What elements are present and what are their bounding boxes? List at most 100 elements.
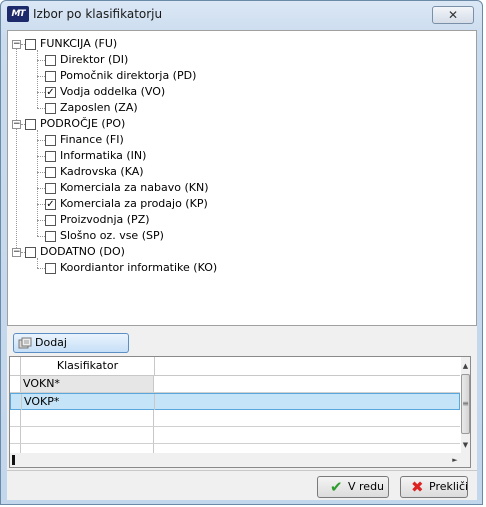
checkbox[interactable] bbox=[45, 215, 56, 226]
title-bar[interactable]: MT Izbor po klasifikatorju ✕ bbox=[1, 1, 482, 29]
horizontal-scrollbar[interactable]: ► bbox=[10, 453, 470, 467]
tree-item-label: Direktor (DI) bbox=[60, 53, 129, 66]
classifier-grid: Klasifikator VOKN* VOKP* ▲ ≡ ▼ ► bbox=[9, 356, 471, 468]
checkbox[interactable] bbox=[45, 231, 56, 242]
tree-group-label: PODROČJE (PO) bbox=[40, 117, 126, 130]
collapse-icon[interactable]: − bbox=[12, 248, 21, 257]
cancel-button[interactable]: ✖ Prekliči bbox=[400, 476, 468, 498]
scroll-thumb[interactable]: ≡ bbox=[461, 374, 470, 434]
table-row[interactable]: VOKP* bbox=[10, 393, 460, 410]
tree-connector bbox=[21, 252, 25, 253]
tree-connector bbox=[37, 172, 45, 173]
row-indicator[interactable] bbox=[11, 394, 22, 410]
checkbox[interactable] bbox=[45, 151, 56, 162]
checkbox[interactable] bbox=[45, 55, 56, 66]
table-row[interactable] bbox=[10, 410, 460, 427]
tree-group-label: DODATNO (DO) bbox=[40, 245, 125, 258]
add-classifier-button[interactable]: Dodaj klasifikator bbox=[13, 333, 129, 367]
tree-connector bbox=[37, 236, 45, 237]
tree-item[interactable]: Informatika (IN) bbox=[8, 148, 468, 164]
tree-connector bbox=[37, 156, 45, 157]
app-logo-icon: MT bbox=[7, 6, 29, 22]
tree-item[interactable]: Komerciala za nabavo (KN) bbox=[8, 180, 468, 196]
close-button[interactable]: ✕ bbox=[432, 6, 474, 24]
classifier-cell[interactable]: VOKP* bbox=[22, 394, 155, 410]
classifier-cell[interactable] bbox=[21, 410, 154, 426]
row-indicator[interactable] bbox=[10, 427, 21, 443]
classifier-tree: − FUNKCIJA (FU) Direktor (DI) Pomočnik dire… bbox=[7, 30, 477, 326]
tree-item-label: Slošno oz. vse (SP) bbox=[60, 229, 164, 242]
table-row[interactable] bbox=[10, 427, 460, 444]
tree-item-label: Pomočnik direktorja (PD) bbox=[60, 69, 197, 82]
tree-connector bbox=[37, 76, 45, 77]
row-indicator-header bbox=[10, 357, 21, 375]
scroll-right-icon[interactable]: ► bbox=[450, 454, 460, 466]
tree-connector bbox=[37, 130, 38, 236]
scroll-up-icon[interactable]: ▲ bbox=[461, 360, 470, 372]
checkbox[interactable] bbox=[45, 167, 56, 178]
divider bbox=[7, 470, 477, 471]
checkbox[interactable] bbox=[45, 263, 56, 274]
tree-item-label: Vodja oddelka (VO) bbox=[60, 85, 166, 98]
tree-connector bbox=[37, 108, 45, 109]
tree-connector bbox=[37, 60, 45, 61]
tree-group[interactable]: − FUNKCIJA (FU) bbox=[8, 36, 468, 52]
tree-item[interactable]: Proizvodnja (PZ) bbox=[8, 212, 468, 228]
tree-item-label: Komerciala za nabavo (KN) bbox=[60, 181, 209, 194]
tree-connector bbox=[37, 92, 45, 93]
tree-item-label: Koordiantor informatike (KO) bbox=[60, 261, 218, 274]
column-header-classifier[interactable]: Klasifikator bbox=[21, 357, 155, 375]
checkbox[interactable] bbox=[25, 119, 36, 130]
tree-item[interactable]: Kadrovska (KA) bbox=[8, 164, 468, 180]
checkbox[interactable] bbox=[45, 103, 56, 114]
checkbox[interactable] bbox=[45, 71, 56, 82]
cross-icon: ✖ bbox=[411, 478, 424, 496]
tree-item[interactable]: Koordiantor informatike (KO) bbox=[8, 260, 468, 276]
checkbox[interactable] bbox=[25, 39, 36, 50]
tree-item[interactable]: ✓ Vodja oddelka (VO) bbox=[8, 84, 468, 100]
checkbox[interactable]: ✓ bbox=[45, 199, 56, 210]
tree-connector bbox=[37, 220, 45, 221]
checkbox[interactable] bbox=[45, 135, 56, 146]
tree-item[interactable]: Zaposlen (ZA) bbox=[8, 100, 468, 116]
vertical-scrollbar[interactable]: ▲ ≡ ▼ bbox=[461, 357, 470, 453]
tree-item[interactable]: ✓ Komerciala za prodajo (KP) bbox=[8, 196, 468, 212]
classifier-cell[interactable]: VOKN* bbox=[21, 376, 154, 392]
tree-connector bbox=[21, 44, 25, 45]
tree-item[interactable]: Direktor (DI) bbox=[8, 52, 468, 68]
collapse-icon[interactable]: − bbox=[12, 40, 21, 49]
tree-item[interactable]: Finance (FI) bbox=[8, 132, 468, 148]
tree-item-label: Zaposlen (ZA) bbox=[60, 101, 138, 114]
tree-connector bbox=[37, 268, 45, 269]
hscroll-thumb[interactable] bbox=[12, 455, 15, 465]
tree-connector bbox=[37, 50, 38, 108]
row-indicator[interactable] bbox=[10, 410, 21, 426]
row-indicator[interactable] bbox=[10, 376, 21, 392]
tree-group-label: FUNKCIJA (FU) bbox=[40, 37, 118, 50]
checkbox[interactable]: ✓ bbox=[45, 87, 56, 98]
checkbox[interactable] bbox=[45, 183, 56, 194]
tree-item-label: Informatika (IN) bbox=[60, 149, 147, 162]
tree-connector bbox=[37, 258, 38, 268]
ok-button[interactable]: ✔ V redu bbox=[317, 476, 389, 498]
ok-label: V redu bbox=[348, 480, 385, 493]
grid-header: Klasifikator bbox=[10, 357, 460, 376]
tree-item-label: Finance (FI) bbox=[60, 133, 124, 146]
tree-item[interactable]: Slošno oz. vse (SP) bbox=[8, 228, 468, 244]
window-title: Izbor po klasifikatorju bbox=[33, 7, 163, 21]
checkbox[interactable] bbox=[25, 247, 36, 258]
dialog-body: − FUNKCIJA (FU) Direktor (DI) Pomočnik dire… bbox=[7, 30, 477, 500]
tree-group[interactable]: − PODROČJE (PO) bbox=[8, 116, 468, 132]
tree-item[interactable]: Pomočnik direktorja (PD) bbox=[8, 68, 468, 84]
scroll-down-icon[interactable]: ▼ bbox=[461, 439, 470, 451]
classifier-cell[interactable] bbox=[21, 427, 154, 443]
collapse-icon[interactable]: − bbox=[12, 120, 21, 129]
tree-connector bbox=[16, 129, 17, 248]
tree-group[interactable]: − DODATNO (DO) bbox=[8, 244, 468, 260]
tree-connector bbox=[21, 124, 25, 125]
tree-item-label: Proizvodnja (PZ) bbox=[60, 213, 150, 226]
table-row[interactable]: VOKN* bbox=[10, 376, 460, 393]
cancel-label: Prekliči bbox=[429, 480, 469, 493]
add-classifier-icon bbox=[18, 337, 32, 349]
tree-item-label: Komerciala za prodajo (KP) bbox=[60, 197, 208, 210]
